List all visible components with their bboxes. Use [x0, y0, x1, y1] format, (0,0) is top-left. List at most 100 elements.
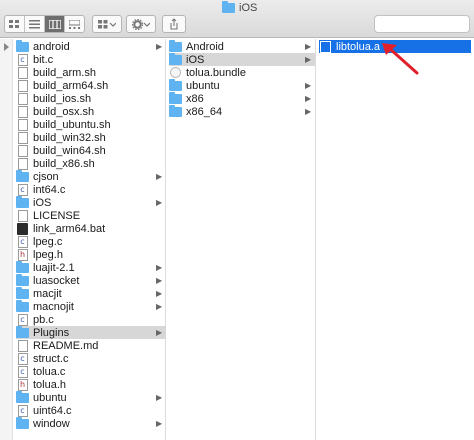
file-name: lpeg.c: [33, 235, 63, 248]
shell-script-icon: [16, 79, 29, 92]
file-row[interactable]: build_ubuntu.sh: [16, 118, 166, 131]
file-row[interactable]: ubuntu ▶: [16, 390, 166, 404]
file-row[interactable]: Plugins ▶: [16, 325, 166, 339]
file-row[interactable]: build_ios.sh: [16, 92, 166, 105]
folder-icon: [222, 0, 235, 13]
file-row[interactable]: h tolua.h: [16, 378, 166, 391]
folder-icon: [16, 299, 29, 313]
chevron-right-icon: ▶: [156, 276, 163, 285]
file-row[interactable]: tolua.bundle: [169, 66, 315, 79]
file-name: x86_64: [186, 105, 223, 118]
file-name: pb.c: [33, 313, 54, 326]
folder-icon: [169, 104, 182, 118]
gallery-view-icon: [69, 19, 80, 29]
file-row[interactable]: cjson ▶: [16, 169, 166, 183]
c-source-file-icon: c: [16, 235, 29, 248]
file-row[interactable]: README.md: [16, 339, 166, 352]
file-name: build_osx.sh: [33, 105, 95, 118]
header-file-icon: h: [16, 248, 29, 261]
chevron-right-icon: ▶: [156, 393, 163, 402]
chevron-right-icon: ▶: [156, 172, 163, 181]
file-name: tolua.bundle: [186, 66, 246, 79]
gallery-view-button[interactable]: [65, 16, 84, 32]
file-row[interactable]: x86_64 ▶: [169, 104, 315, 118]
column-1[interactable]: android ▶ c bit.c build_arm.sh build_arm64.sh…: [0, 39, 166, 440]
file-row[interactable]: c uint64.c: [16, 404, 166, 417]
file-row[interactable]: LICENSE: [16, 209, 166, 222]
icon-view-button[interactable]: [5, 16, 25, 32]
folder-icon: [169, 39, 182, 53]
column-view-icon: [48, 19, 61, 29]
file-row[interactable]: build_x86.sh: [16, 157, 166, 170]
header-file-icon: h: [16, 378, 29, 391]
c-source-file-icon: c: [16, 404, 29, 417]
file-row[interactable]: c int64.c: [16, 183, 166, 196]
file-row[interactable]: c pb.c: [16, 313, 166, 326]
action-button[interactable]: [126, 15, 156, 33]
chevron-right-icon: ▶: [156, 328, 163, 337]
folder-icon: [169, 78, 182, 92]
file-row[interactable]: ubuntu ▶: [169, 78, 315, 92]
disclosure-triangle-icon: [4, 43, 9, 51]
file-row[interactable]: link_arm64.bat: [16, 222, 166, 235]
file-name: tolua.c: [33, 365, 66, 378]
file-row[interactable]: build_osx.sh: [16, 105, 166, 118]
file-row[interactable]: c struct.c: [16, 352, 166, 365]
file-row[interactable]: android ▶: [16, 39, 166, 53]
file-name: README.md: [33, 339, 99, 352]
annotation-arrow-icon: [382, 43, 419, 75]
document-icon: [16, 209, 29, 222]
folder-icon: [16, 390, 29, 404]
file-row[interactable]: iOS ▶: [169, 52, 315, 66]
file-row[interactable]: luasocket ▶: [16, 273, 166, 287]
chevron-right-icon: ▶: [156, 198, 163, 207]
file-row[interactable]: build_win64.sh: [16, 144, 166, 157]
file-row[interactable]: x86 ▶: [169, 91, 315, 105]
c-source-file-icon: c: [16, 183, 29, 196]
file-row[interactable]: build_arm.sh: [16, 66, 166, 79]
file-name: cjson: [33, 170, 59, 183]
search-field[interactable]: [374, 15, 470, 33]
column-3[interactable]: libtolua.a: [316, 39, 474, 440]
file-row[interactable]: c lpeg.c: [16, 235, 166, 248]
file-row[interactable]: Android ▶: [169, 39, 315, 53]
file-row[interactable]: c bit.c: [16, 53, 166, 66]
folder-icon: [169, 52, 182, 66]
arrange-button[interactable]: [92, 15, 122, 33]
library-file-icon: [319, 40, 332, 53]
file-row[interactable]: iOS ▶: [16, 195, 166, 209]
file-name: build_arm.sh: [33, 66, 96, 79]
shell-script-icon: [16, 92, 29, 105]
file-row[interactable]: macjit ▶: [16, 286, 166, 300]
chevron-right-icon: ▶: [305, 55, 312, 64]
column-2[interactable]: Android ▶ iOS ▶ tolua.bundle ubuntu ▶ x86 ▶ x86_6…: [166, 39, 316, 440]
folder-icon: [16, 325, 29, 339]
bundle-icon: [169, 67, 182, 79]
file-name: tolua.h: [33, 378, 67, 391]
file-row[interactable]: window ▶: [16, 416, 166, 430]
column-view-button[interactable]: [45, 16, 65, 32]
chevron-right-icon: ▶: [156, 419, 163, 428]
share-button[interactable]: [162, 15, 186, 33]
file-row[interactable]: h lpeg.h: [16, 248, 166, 261]
file-name: build_win64.sh: [33, 144, 106, 157]
file-name: luajit-2.1: [33, 261, 75, 274]
shell-script-icon: [16, 105, 29, 118]
file-row[interactable]: build_win32.sh: [16, 131, 166, 144]
folder-icon: [16, 286, 29, 300]
gear-icon: [132, 18, 150, 30]
file-name: iOS: [33, 196, 52, 209]
file-name: LICENSE: [33, 209, 81, 222]
chevron-right-icon: ▶: [305, 42, 312, 51]
shell-script-icon: [16, 118, 29, 131]
file-name: build_arm64.sh: [33, 79, 109, 92]
list-view-button[interactable]: [25, 16, 45, 32]
file-row[interactable]: build_arm64.sh: [16, 79, 166, 92]
chevron-right-icon: ▶: [156, 289, 163, 298]
folder-icon: [16, 169, 29, 183]
file-row[interactable]: macnojit ▶: [16, 299, 166, 313]
file-row[interactable]: c tolua.c: [16, 365, 166, 378]
view-mode-control[interactable]: [4, 15, 85, 33]
file-row[interactable]: luajit-2.1 ▶: [16, 260, 166, 274]
list-view-icon: [29, 19, 40, 28]
